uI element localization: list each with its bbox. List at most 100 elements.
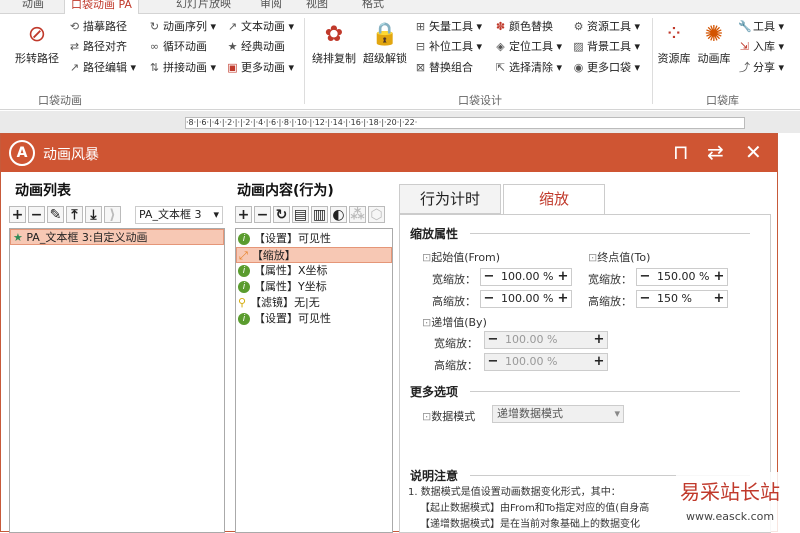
add-icon[interactable]: + [9,206,26,223]
replace-group-button[interactable]: ⊠ 替换组合 [414,61,473,75]
move-top-icon[interactable]: ⤒ [66,206,83,223]
remove-icon[interactable]: − [254,206,271,223]
by-width-stepper[interactable]: −100.00 % + [484,331,608,349]
label: 背景工具 [587,40,631,53]
minus-icon[interactable]: − [481,291,497,307]
scale-icon: ⤢ [239,249,248,262]
list-item[interactable]: i 【属性】X坐标 [236,263,392,279]
watermark-text: 易采站长站 [680,480,780,504]
plus-icon[interactable]: + [591,354,607,370]
share-button[interactable]: ⤴ 分享 ▾ [738,61,784,75]
label: 资源工具 [587,20,631,33]
plus-icon[interactable]: + [711,269,727,285]
fill-tool-button[interactable]: ⊟ 补位工具 ▾ [414,40,482,54]
watermark-url: www.easck.com [686,510,775,523]
ribbon-tabs: 动画 口袋动画 PA 幻灯片放映 审阅 视图 格式 [0,0,800,14]
list-item[interactable]: i 【设置】可见性 [236,311,392,327]
list-item[interactable]: i 【属性】Y坐标 [236,279,392,295]
minus-icon[interactable]: − [637,291,653,307]
more-pocket-button[interactable]: ◉ 更多口袋 ▾ [572,61,640,75]
color-replace-button[interactable]: ✽ 颜色替换 [494,20,553,34]
doc-icon[interactable]: ▤ [292,206,309,223]
brush-icon[interactable]: ✎ [47,206,64,223]
from-width-stepper[interactable]: −100.00 % + [480,268,572,286]
group-icon[interactable]: ⁂ [349,206,366,223]
resource-lib-button[interactable]: ⁘ 资源库 [656,22,692,66]
list-item[interactable]: ★ PA_文本框 3:自定义动画 [10,229,224,245]
list-item[interactable]: ⚲ 【滤镜】无|无 [236,295,392,311]
data-mode-select[interactable]: 递增数据模式 ▾ [492,405,624,423]
tab-timing[interactable]: 行为计时 [399,184,501,214]
add-icon[interactable]: + [235,206,252,223]
bracket-icon[interactable]: ⟩ [104,206,121,223]
refresh-icon[interactable]: ⇄ [707,140,724,164]
import-button[interactable]: ⇲ 入库 ▾ [738,40,784,54]
value[interactable]: 100.00 % [501,354,591,370]
label: 更多口袋 [587,61,631,74]
minus-icon[interactable]: − [481,269,497,285]
minus-icon[interactable]: − [637,269,653,285]
path-align-button[interactable]: ⇄ 路径对齐 [68,40,127,54]
select-clear-button[interactable]: ⇱ 选择清除 ▾ [494,61,562,75]
path-edit-button[interactable]: ↗ 路径编辑 ▾ [68,61,136,75]
value[interactable]: 100.00 % [501,332,591,348]
vector-tool-button[interactable]: ⊞ 矢量工具 ▾ [414,20,482,34]
tab-view[interactable]: 视图 [300,0,334,14]
value[interactable]: 100.00 % [497,269,555,285]
anim-lib-button[interactable]: ✺ 动画库 [696,22,732,66]
value[interactable]: 150 % [653,291,711,307]
shape-combo[interactable]: PA_文本框 3 ▾ [135,206,223,224]
tab-slideshow[interactable]: 幻灯片放映 [170,0,237,14]
close-icon[interactable]: ✕ [745,140,762,164]
list-item[interactable]: i 【设置】可见性 [236,231,392,247]
value[interactable]: 100.00 % [497,291,555,307]
tab-format[interactable]: 格式 [356,0,390,14]
tab-review[interactable]: 审阅 [254,0,288,14]
splice-anim-button[interactable]: ⇅ 拼接动画 ▾ [148,61,216,75]
trace-path-button[interactable]: ⟲ 描摹路径 [68,20,127,34]
anim-sequence-button[interactable]: ↻ 动画序列 ▾ [148,20,216,34]
text-anim-button[interactable]: ↗ 文本动画 ▾ [226,20,294,34]
name: 可见性 [298,312,331,325]
plus-icon[interactable]: + [555,269,571,285]
list-item[interactable]: ⤢ 【缩放】 [236,247,392,263]
label: 递增值(By) [431,316,487,329]
super-unlock-button[interactable]: 🔒 超级解锁 [360,22,410,66]
plus-icon[interactable]: + [555,291,571,307]
ruler[interactable]: ·8·|·6·|·4·|·2·|·|·2·|·4·|·6·|·8·|·10·|·… [185,117,745,129]
from-height-stepper[interactable]: −100.00 % + [480,290,572,308]
plus-icon[interactable]: + [711,291,727,307]
minus-icon[interactable]: − [485,332,501,348]
classic-anim-button[interactable]: ★ 经典动画 [226,40,285,54]
half-icon[interactable]: ◐ [330,206,347,223]
target-icon: ◈ [496,40,505,53]
tools-button[interactable]: 🔧工具 ▾ [738,20,784,34]
lock-icon[interactable]: ⊓ [673,140,689,164]
plus-icon[interactable]: + [591,332,607,348]
move-bottom-icon[interactable]: ⤓ [85,206,102,223]
remove-icon[interactable]: − [28,206,45,223]
tag: 【设置】 [254,232,298,245]
minus-icon[interactable]: − [485,354,501,370]
background-tool-button[interactable]: ▨ 背景工具 ▾ [572,40,640,54]
cycle-icon[interactable]: ↻ [273,206,290,223]
value[interactable]: 150.00 % [653,269,711,285]
label: 更多动画 [241,61,285,74]
position-tool-button[interactable]: ◈ 定位工具 ▾ [494,40,562,54]
tab-pa[interactable]: 口袋动画 PA [64,0,139,14]
tab-scale[interactable]: 缩放 [503,184,605,214]
shape-path-button[interactable]: ⊘ 形转路径 [12,22,62,66]
more-anim-button[interactable]: ▣ 更多动画 ▾ [226,61,294,75]
loop-anim-button[interactable]: ∞ 循环动画 [148,40,207,54]
by-height-stepper[interactable]: −100.00 % + [484,353,608,371]
wrap-copy-button[interactable]: ✿ 绕排复制 [310,22,358,66]
to-width-stepper[interactable]: −150.00 % + [636,268,728,286]
to-height-stepper[interactable]: −150 % + [636,290,728,308]
hex-icon[interactable]: ⬡ [368,206,385,223]
resource-tool-button[interactable]: ⚙ 资源工具 ▾ [572,20,640,34]
trace-icon: ⟲ [69,20,80,33]
align-icon: ⇄ [69,40,80,53]
tab-animation[interactable]: 动画 [16,0,50,14]
label: 动画库 [697,52,731,65]
doc2-icon[interactable]: ▥ [311,206,328,223]
